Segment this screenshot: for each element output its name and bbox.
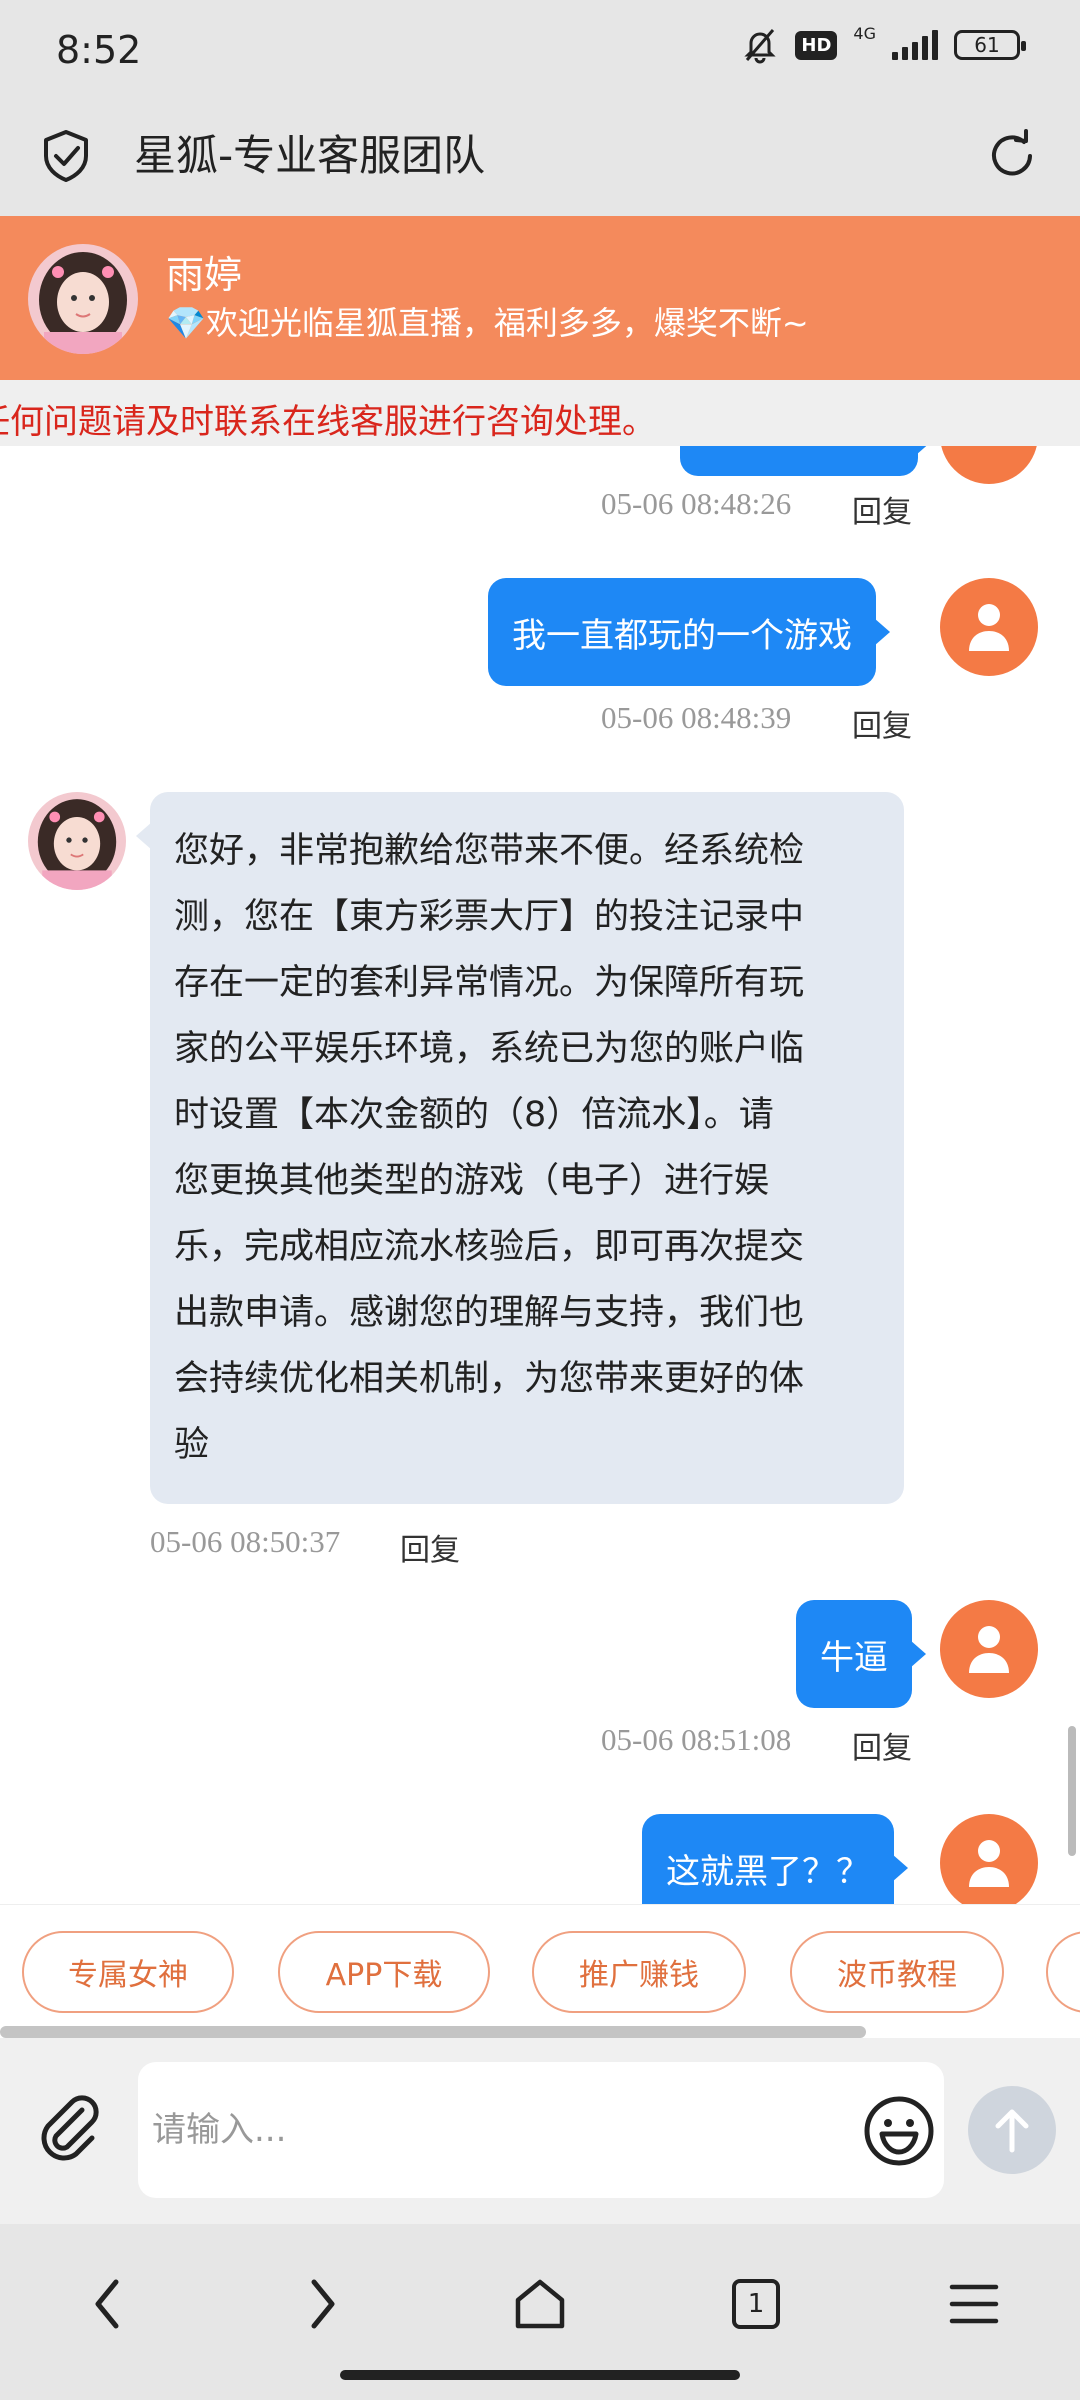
quick-action-app-download[interactable]: APP下载 — [278, 1931, 490, 2013]
tabs-count: 1 — [747, 2289, 765, 2319]
chat-message-user: 牛逼 — [796, 1600, 926, 1708]
chevron-left-icon — [95, 2279, 119, 2329]
chat-area[interactable]: 05-06 08:48:26 回复 我一直都玩的一个游戏 05-06 08:48… — [0, 446, 1080, 1904]
message-line: 验 — [174, 1425, 210, 1465]
person-icon — [969, 1840, 1009, 1887]
user-avatar — [940, 1600, 1038, 1698]
chat-message-agent: 您好，非常抱歉给您带来不便。经系统检 测，您在【東方彩票大厅】的投注记录中 存在… — [136, 792, 904, 1504]
battery-icon: 61 — [954, 30, 1026, 60]
shield-check-icon[interactable] — [38, 126, 94, 186]
status-icons: HD 4G 61 — [741, 23, 1026, 64]
message-line: 存在一定的套利异常情况。为保障所有玩 — [174, 963, 805, 1003]
message-text: 牛逼 — [820, 1637, 888, 1678]
message-line: 会持续优化相关机制，为您带来更好的体 — [174, 1359, 805, 1399]
input-row — [0, 2038, 1080, 2224]
notice-text: 任何问题请及时联系在线客服进行咨询处理。 — [0, 402, 656, 442]
status-time: 8:52 — [56, 28, 142, 72]
message-text: 我一直都玩的一个游戏 — [512, 615, 852, 656]
user-avatar — [940, 578, 1038, 676]
quick-action-goddess[interactable]: 专属女神 — [22, 1931, 234, 2013]
message-line: 测，您在【東方彩票大厅】的投注记录中 — [174, 897, 805, 937]
agent-banner: 雨婷 💎欢迎光临星狐直播，福利多多，爆奖不断~ — [0, 216, 1080, 380]
message-line: 您好，非常抱歉给您带来不便。经系统检 — [174, 831, 805, 871]
chat-scrollbar[interactable] — [1068, 1726, 1076, 1856]
tabs-button[interactable]: 1 — [716, 2264, 796, 2344]
quick-action-more[interactable] — [1046, 1931, 1080, 2013]
app-header: 星狐-专业客服团队 — [0, 100, 1080, 216]
back-button[interactable] — [66, 2264, 146, 2344]
message-timestamp: 05-06 08:50:37 — [150, 1524, 341, 1559]
home-icon — [515, 2279, 565, 2329]
chat-message-user: 这就黑了？？ — [642, 1814, 908, 1904]
menu-button[interactable] — [934, 2264, 1014, 2344]
reply-link[interactable]: 回复 — [852, 1723, 912, 1767]
quick-actions-bar: 专属女神 APP下载 推广赚钱 波币教程 — [0, 1904, 1080, 2038]
quick-action-coin-tutorial[interactable]: 波币教程 — [790, 1931, 1004, 2013]
message-line: 乐，完成相应流水核验后，即可再次提交 — [174, 1227, 805, 1267]
message-timestamp: 05-06 08:51:08 — [601, 1722, 792, 1757]
refresh-icon[interactable] — [984, 126, 1040, 186]
hamburger-menu-icon — [949, 2284, 999, 2324]
user-avatar — [940, 1814, 1038, 1904]
emoji-icon[interactable] — [862, 2094, 936, 2168]
person-icon — [969, 604, 1009, 651]
battery-level: 61 — [974, 33, 1000, 57]
tabs-icon: 1 — [732, 2279, 780, 2329]
reply-link[interactable]: 回复 — [400, 1525, 460, 1569]
message-input[interactable] — [138, 2062, 944, 2198]
message-line: 出款申请。感谢您的理解与支持，我们也 — [174, 1293, 805, 1333]
status-bar: 8:52 HD 4G 61 — [0, 0, 1080, 100]
message-text: 这就黑了？？ — [666, 1851, 870, 1892]
notice-bar: 任何问题请及时联系在线客服进行咨询处理。 — [0, 380, 1080, 446]
agent-avatar — [28, 244, 138, 354]
message-timestamp: 05-06 08:48:39 — [601, 700, 792, 735]
agent-name: 雨婷 — [166, 253, 243, 297]
chat-message-user: 我一直都玩的一个游戏 — [488, 578, 890, 686]
arrow-up-icon — [995, 2109, 1029, 2153]
home-indicator[interactable] — [340, 2370, 740, 2380]
quick-actions-scrollbar[interactable] — [0, 2026, 866, 2038]
agent-welcome-text: 💎欢迎光临星狐直播，福利多多，爆奖不断~ — [166, 304, 809, 342]
paperclip-icon[interactable] — [32, 2090, 108, 2166]
page-title: 星狐-专业客服团队 — [134, 131, 486, 180]
message-line: 家的公平娱乐环境，系统已为您的账户临 — [174, 1029, 805, 1069]
message-timestamp: 05-06 08:48:26 — [601, 486, 792, 521]
agent-avatar-small — [28, 792, 126, 890]
user-avatar — [940, 446, 1038, 484]
signal-icon — [892, 30, 938, 60]
chevron-right-icon — [311, 2279, 335, 2329]
person-icon — [969, 1626, 1009, 1673]
bell-muted-icon — [744, 29, 777, 64]
reply-link[interactable]: 回复 — [852, 701, 912, 745]
message-line: 时设置【本次金额的（8）倍流水】。请 — [174, 1095, 774, 1135]
hd-badge: HD — [795, 30, 838, 60]
network-type: 4G — [853, 23, 876, 43]
forward-button[interactable] — [284, 2264, 364, 2344]
home-button[interactable] — [500, 2264, 580, 2344]
chat-message-user — [680, 446, 932, 476]
send-button[interactable] — [968, 2086, 1056, 2174]
reply-link[interactable]: 回复 — [852, 487, 912, 531]
quick-action-promote-earn[interactable]: 推广赚钱 — [532, 1931, 746, 2013]
message-line: 您更换其他类型的游戏（电子）进行娱 — [174, 1161, 770, 1201]
